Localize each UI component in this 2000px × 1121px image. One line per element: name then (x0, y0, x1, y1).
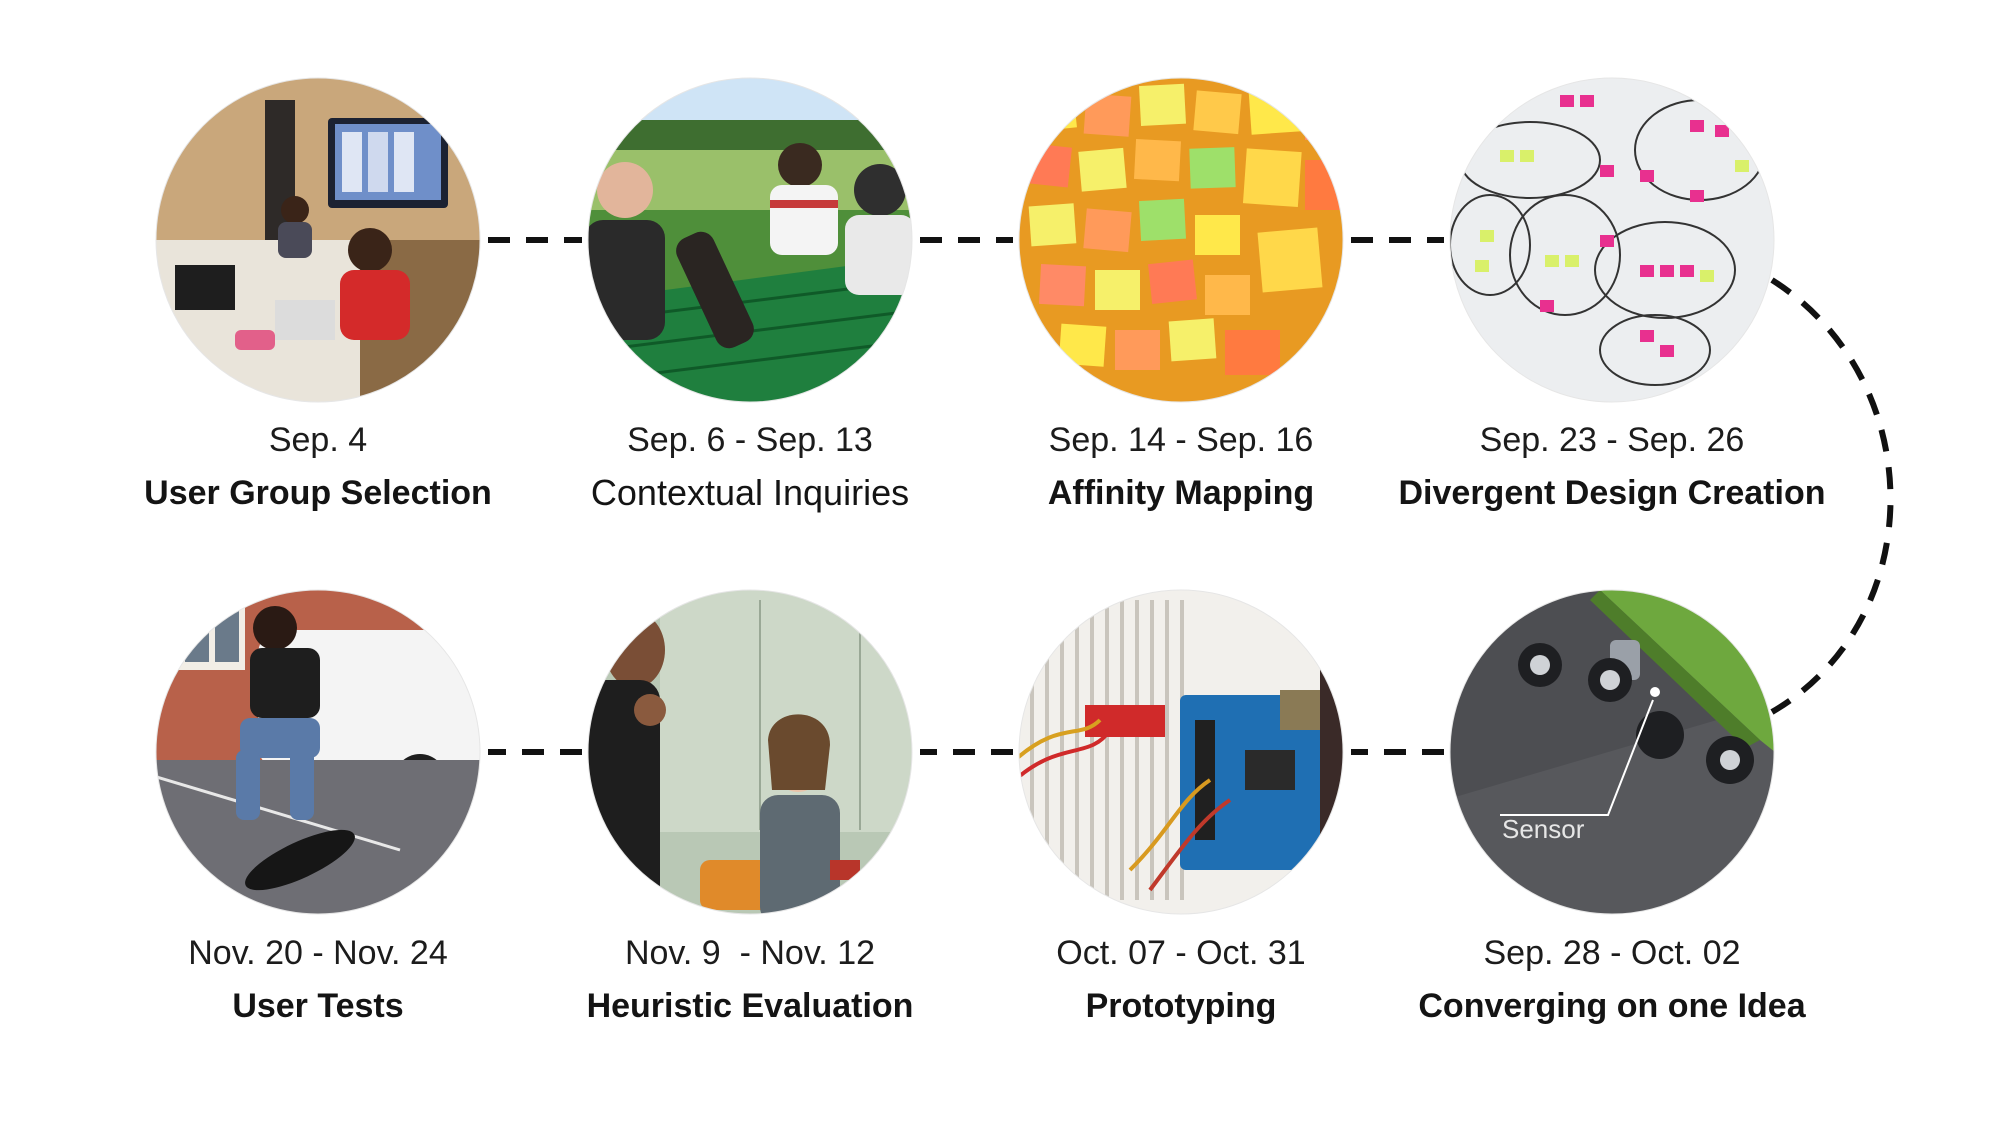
stage-date: Nov. 20 - Nov. 24 (188, 934, 448, 972)
sensor-marker-icon (1650, 687, 1660, 697)
classroom-meeting-photo (156, 78, 480, 402)
sensor-callout-label: Sensor (1502, 814, 1585, 844)
stage-4-caption: Sep. 23 - Sep. 26 Divergent Design Creat… (1352, 420, 1872, 514)
outdoor-interview-photo (588, 78, 912, 402)
sticky-notes-wall-photo (1019, 78, 1343, 402)
whiteboard-clusters-photo (1450, 78, 1774, 402)
stage-title: Divergent Design Creation (1398, 474, 1826, 512)
stage-title: User Tests (232, 987, 404, 1025)
evaluation-session-photo (588, 590, 912, 914)
skateboard-sensor-render: Sensor (1450, 590, 1774, 914)
arduino-breadboard-photo (1019, 590, 1343, 914)
stage-date: Sep. 23 - Sep. 26 (1479, 421, 1745, 459)
stage-8-caption: Nov. 20 - Nov. 24 User Tests (58, 933, 578, 1027)
skateboard-trick-photo (156, 590, 480, 914)
